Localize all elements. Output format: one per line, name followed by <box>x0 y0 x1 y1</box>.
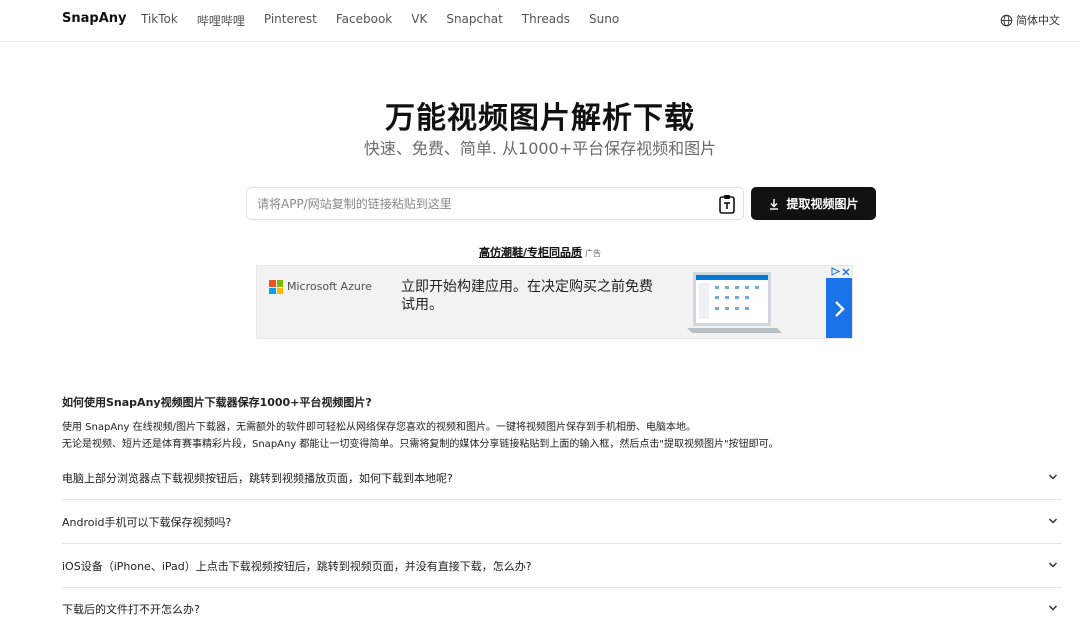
top-navbar: SnapAny TikTok 哔哩哔哩 Pinterest Facebook V… <box>0 0 1080 42</box>
url-input-box <box>246 187 744 220</box>
how-to-description: 使用 SnapAny 在线视频/图片下载器，无需额外的软件即可轻松从网络保存您喜… <box>62 419 779 453</box>
nav-link-vk[interactable]: VK <box>411 12 427 29</box>
language-label: 简体中文 <box>1016 14 1060 27</box>
ad-text-line: 高仿潮鞋/专柜同品质 广告 <box>0 244 1080 260</box>
nav-links: TikTok 哔哩哔哩 Pinterest Facebook VK Snapch… <box>141 12 619 29</box>
faq-item[interactable]: Android手机可以下载保存视频吗? <box>62 501 1062 544</box>
page-subtitle: 快速、免费、简单. 从1000+平台保存视频和图片 <box>363 139 717 158</box>
how-to-line: 使用 SnapAny 在线视频/图片下载器，无需额外的软件即可轻松从网络保存您喜… <box>62 422 696 433</box>
chevron-down-icon <box>1048 605 1058 611</box>
chevron-down-icon <box>1048 562 1058 568</box>
nav-link-threads[interactable]: Threads <box>522 12 570 29</box>
faq-question: 电脑上部分浏览器点下载视频按钮后，跳转到视频播放页面，如何下载到本地呢? <box>62 472 453 485</box>
nav-link-tiktok[interactable]: TikTok <box>141 12 178 29</box>
brand-logo[interactable]: SnapAny <box>62 11 127 26</box>
ad-tag: 广告 <box>585 249 602 258</box>
chevron-right-icon <box>835 301 845 317</box>
language-selector[interactable]: 简体中文 <box>1000 12 1060 28</box>
download-icon <box>770 198 779 210</box>
nav-link-snapchat[interactable]: Snapchat <box>446 12 502 29</box>
ad-banner[interactable]: Microsoft Azure 立即开始构建应用。在决定购买之前免费试用。 <box>256 265 853 339</box>
how-to-title: 如何使用SnapAny视频图片下载器保存1000+平台视频图片? <box>62 396 372 409</box>
faq-question: 下载后的文件打不开怎么办? <box>62 603 200 616</box>
ad-headline: 立即开始构建应用。在决定购买之前免费试用。 <box>401 279 653 313</box>
ad-brand: Microsoft Azure <box>287 280 372 293</box>
paste-icon[interactable] <box>718 194 736 214</box>
faq-question: Android手机可以下载保存视频吗? <box>62 516 232 529</box>
chevron-down-icon <box>1048 518 1058 524</box>
close-icon[interactable] <box>842 268 850 276</box>
ad-choices[interactable] <box>831 267 850 276</box>
faq-item[interactable]: iOS设备（iPhone、iPad）上点击下载视频按钮后，跳转到视频页面，并没有… <box>62 545 1062 588</box>
globe-icon <box>1000 14 1013 26</box>
nav-link-pinterest[interactable]: Pinterest <box>264 12 317 29</box>
nav-link-suno[interactable]: Suno <box>589 12 619 29</box>
ad-link[interactable]: 高仿潮鞋/专柜同品质 <box>479 246 582 259</box>
nav-link-bilibili[interactable]: 哔哩哔哩 <box>197 12 245 29</box>
faq-question: iOS设备（iPhone、iPad）上点击下载视频按钮后，跳转到视频页面，并没有… <box>62 560 532 573</box>
how-to-line: 无论是视频、短片还是体育赛事精彩片段，SnapAny 都能让一切变得简单。只需将… <box>62 439 779 450</box>
faq-item[interactable]: 下载后的文件打不开怎么办? <box>62 588 1062 628</box>
microsoft-logo-icon <box>269 280 283 294</box>
chevron-down-icon <box>1048 474 1058 480</box>
ad-choices-icon <box>831 267 840 276</box>
laptop-illustration-icon <box>687 272 782 333</box>
extract-button[interactable]: 提取视频图片 <box>751 187 876 220</box>
url-input[interactable] <box>257 188 712 219</box>
ad-next-button[interactable] <box>826 278 852 338</box>
page-title: 万能视频图片解析下载 <box>385 101 695 136</box>
nav-link-facebook[interactable]: Facebook <box>336 12 392 29</box>
extract-button-label: 提取视频图片 <box>786 197 859 211</box>
faq-item[interactable]: 电脑上部分浏览器点下载视频按钮后，跳转到视频播放页面，如何下载到本地呢? <box>62 457 1062 500</box>
